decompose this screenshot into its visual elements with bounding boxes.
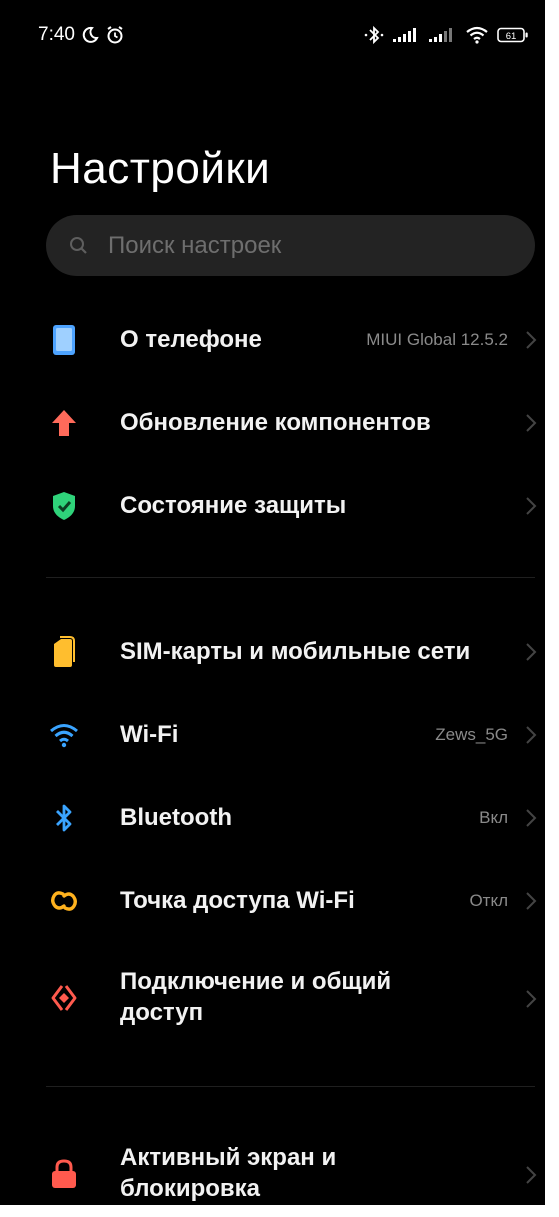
chevron-right-icon — [521, 494, 541, 518]
signal-icon — [393, 27, 421, 43]
bluetooth-icon — [48, 802, 80, 834]
hotspot-icon — [48, 885, 80, 917]
status-bar: 7:40 61 — [38, 22, 529, 48]
chevron-right-icon — [521, 1163, 541, 1187]
signal-icon — [429, 27, 457, 43]
settings-item-value: Вкл — [479, 808, 508, 827]
settings-item-value: Zews_5G — [435, 725, 508, 744]
settings-item-label: О телефоне — [120, 326, 262, 353]
chevron-right-icon — [521, 723, 541, 747]
wifi-icon — [465, 26, 489, 44]
chevron-right-icon — [521, 411, 541, 435]
arrow-up-icon — [48, 407, 80, 439]
search-placeholder: Поиск настроек — [108, 231, 282, 259]
settings-item-sim-cards[interactable]: SIM-карты и мобильные сети — [0, 628, 545, 676]
battery-icon: 61 — [497, 27, 529, 43]
settings-item-security-status[interactable]: Состояние защиты — [0, 482, 545, 530]
status-bar-left: 7:40 — [38, 24, 125, 46]
settings-item-connection-sharing[interactable]: Подключение и общий доступ — [0, 966, 545, 1030]
lock-icon — [48, 1158, 80, 1190]
section-divider — [46, 1086, 535, 1087]
settings-item-label: Wi-Fi — [120, 721, 179, 748]
settings-item-hotspot[interactable]: Точка доступа Wi-Fi Откл — [0, 877, 545, 925]
settings-item-label-line1: Подключение и общий — [120, 968, 392, 995]
chevron-right-icon — [521, 328, 541, 352]
settings-item-label: Подключение и общий доступ — [120, 966, 391, 1028]
settings-item-about-phone[interactable]: О телефоне MIUI Global 12.5.2 — [0, 316, 545, 364]
settings-item-label-line1: Активный экран и — [120, 1144, 337, 1171]
search-input[interactable]: Поиск настроек — [46, 215, 535, 276]
settings-item-component-update[interactable]: Обновление компонентов — [0, 399, 545, 447]
settings-item-value: Откл — [469, 891, 508, 910]
clock: 7:40 — [38, 24, 75, 45]
battery-level: 61 — [506, 31, 517, 42]
settings-item-label: Точка доступа Wi-Fi — [120, 887, 355, 914]
page-title: Настройки — [50, 144, 271, 193]
settings-item-label: Bluetooth — [120, 804, 232, 831]
settings-item-label: Обновление компонентов — [120, 409, 431, 436]
search-icon — [68, 235, 90, 257]
sim-icon — [48, 636, 80, 668]
settings-item-bluetooth[interactable]: Bluetooth Вкл — [0, 794, 545, 842]
settings-item-wifi[interactable]: Wi-Fi Zews_5G — [0, 711, 545, 759]
chevron-right-icon — [521, 987, 541, 1011]
settings-item-label: Состояние защиты — [120, 492, 347, 519]
settings-screen: 7:40 61 Настройки Поиск настроек О телеф… — [0, 0, 559, 1217]
settings-item-value: MIUI Global 12.5.2 — [366, 330, 508, 349]
shield-check-icon — [48, 490, 80, 522]
bluetooth-icon — [363, 25, 385, 45]
section-divider — [46, 577, 535, 578]
settings-item-label-line2: доступ — [120, 999, 204, 1026]
status-bar-right: 61 — [363, 25, 529, 45]
settings-item-lock-screen[interactable]: Активный экран и блокировка — [0, 1142, 545, 1206]
settings-item-label: Активный экран и блокировка — [120, 1142, 336, 1204]
settings-item-label: SIM-карты и мобильные сети — [120, 638, 471, 665]
connection-share-icon — [48, 982, 80, 1014]
chevron-right-icon — [521, 806, 541, 830]
alarm-icon — [105, 25, 125, 45]
settings-item-label-line2: блокировка — [120, 1175, 261, 1202]
phone-icon — [48, 324, 80, 356]
chevron-right-icon — [521, 889, 541, 913]
moon-icon — [81, 26, 99, 44]
chevron-right-icon — [521, 640, 541, 664]
wifi-icon — [48, 719, 80, 751]
